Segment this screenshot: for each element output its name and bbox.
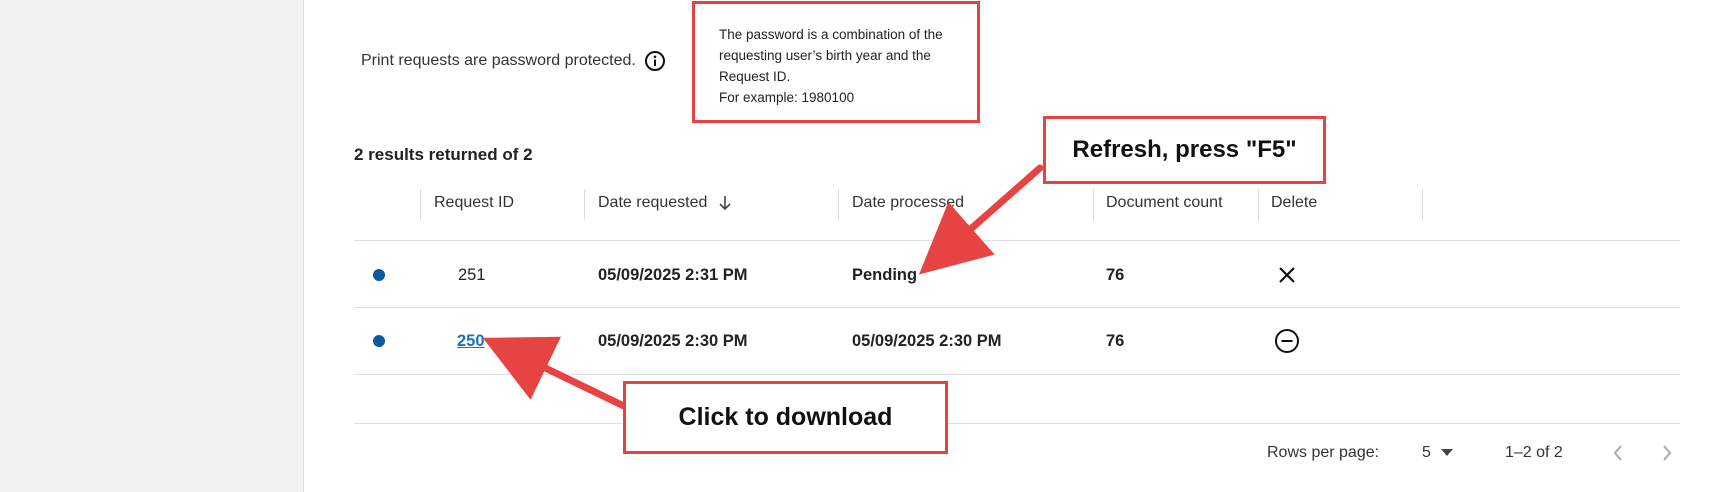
refresh-callout: Refresh, press "F5" bbox=[1043, 116, 1326, 184]
arrow-to-link bbox=[482, 336, 632, 412]
arrow-to-pending bbox=[918, 164, 1044, 275]
download-callout: Click to download bbox=[623, 381, 948, 454]
